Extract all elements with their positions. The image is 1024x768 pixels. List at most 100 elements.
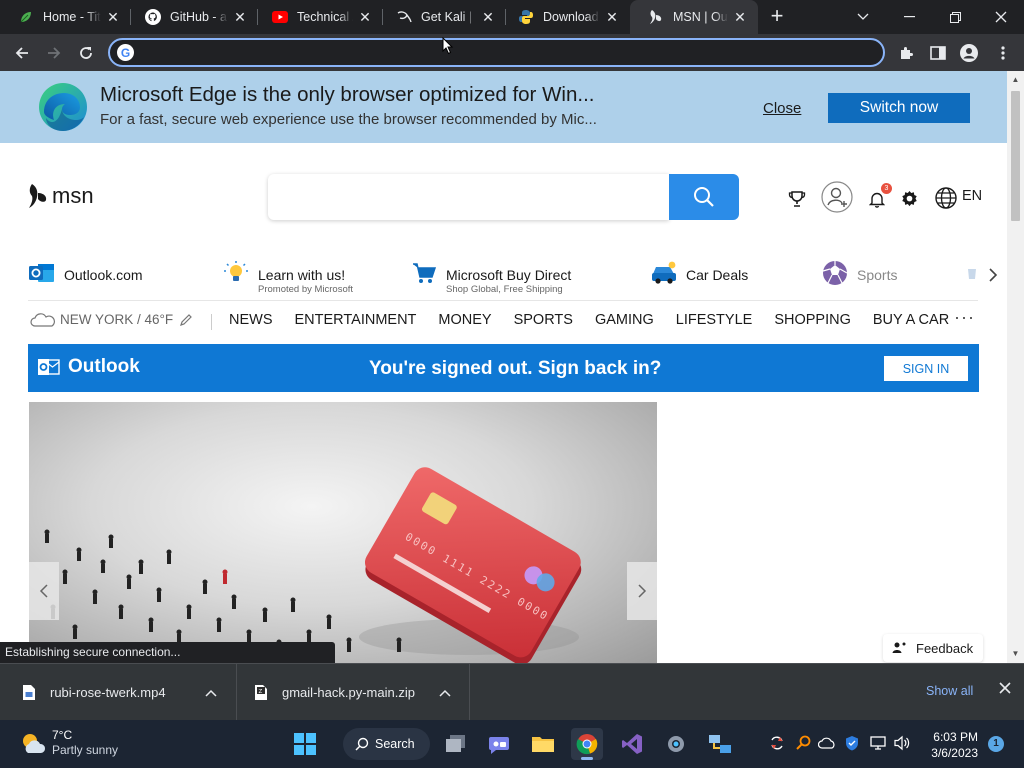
tab-title: GitHub - ak [170, 10, 228, 24]
msn-search-input[interactable] [268, 174, 669, 220]
promo-link-outlook[interactable]: Outlook.com [28, 259, 143, 299]
promo-link-buy-direct[interactable]: Microsoft Buy Direct Shop Global, Free S… [410, 259, 571, 299]
task-view-button[interactable] [440, 728, 472, 760]
close-downloads-bar-icon[interactable] [999, 681, 1011, 699]
browser-tab[interactable]: GitHub - ak ✕ [127, 0, 258, 34]
mouse-cursor-icon [442, 37, 454, 55]
msn-search-button[interactable] [669, 174, 739, 220]
forward-button[interactable] [40, 39, 68, 67]
nav-more-button[interactable]: ··· [954, 307, 975, 328]
browser-tab[interactable]: Home - Tita ✕ [0, 0, 131, 34]
clock-time: 6:03 PM [933, 730, 978, 744]
minimize-button[interactable] [886, 0, 932, 34]
browser-tab-active[interactable]: MSN | Outl ✕ [630, 0, 758, 34]
browser-tab[interactable]: Download ✕ [500, 0, 630, 34]
close-tab-icon[interactable]: ✕ [604, 9, 620, 25]
volume-speaker-icon[interactable] [893, 734, 911, 752]
page-scrollbar[interactable]: ▲ ▼ [1007, 71, 1024, 663]
nav-item-money[interactable]: MONEY [438, 312, 491, 328]
tab-search-button[interactable] [840, 0, 886, 34]
side-panel-icon[interactable] [927, 42, 949, 64]
carousel-next-button[interactable] [627, 562, 657, 620]
address-bar[interactable]: G [108, 38, 885, 67]
download-filename: rubi-rose-twerk.mp4 [50, 685, 166, 700]
file-explorer-button[interactable] [527, 728, 559, 760]
teams-chat-button[interactable] [483, 728, 515, 760]
scroll-up-icon[interactable]: ▲ [1011, 75, 1020, 84]
promo-link-label: Outlook.com [64, 267, 143, 283]
taskbar-search[interactable]: Search [343, 728, 430, 760]
visual-studio-button[interactable] [616, 728, 648, 760]
nav-item-entertainment[interactable]: ENTERTAINMENT [295, 312, 417, 328]
zip-file-icon: Z [255, 685, 267, 700]
settings-gear-icon[interactable] [898, 188, 920, 210]
edit-pencil-icon[interactable] [179, 313, 193, 327]
edge-banner-title: Microsoft Edge is the only browser optim… [100, 83, 595, 106]
scroll-down-icon[interactable]: ▼ [1011, 649, 1020, 658]
youtube-icon [272, 9, 288, 25]
security-shield-icon[interactable] [843, 734, 861, 752]
new-tab-button[interactable]: + [765, 5, 789, 29]
reload-button[interactable] [72, 39, 100, 67]
close-tab-icon[interactable]: ✕ [105, 9, 121, 25]
more-menu-icon[interactable] [992, 42, 1014, 64]
close-window-button[interactable] [978, 0, 1024, 34]
chevron-right-icon [638, 584, 647, 598]
nav-item-lifestyle[interactable]: LIFESTYLE [676, 312, 753, 328]
sign-in-button[interactable]: SIGN IN [884, 356, 968, 381]
sign-in-avatar-icon[interactable] [821, 181, 853, 213]
restore-button[interactable] [932, 0, 978, 34]
show-all-downloads-link[interactable]: Show all [926, 684, 973, 698]
hero-carousel-image[interactable]: 0000 1111 2222 0000 [29, 402, 657, 663]
settings-taskbar-button[interactable] [660, 728, 692, 760]
weather-location[interactable]: NEW YORK / 46°F [30, 312, 193, 327]
scrollbar-thumb[interactable] [1011, 91, 1020, 221]
feedback-label: Feedback [916, 640, 974, 656]
switch-now-button[interactable]: Switch now [828, 93, 970, 123]
browser-tab[interactable]: Get Kali | K ✕ [378, 0, 506, 34]
language-globe-icon[interactable] [934, 186, 958, 210]
taskbar-weather-widget[interactable]: 7°C Partly sunny [20, 728, 118, 758]
partly-sunny-icon [23, 734, 46, 753]
nav-item-gaming[interactable]: GAMING [595, 312, 654, 328]
notification-center-badge[interactable]: 1 [988, 736, 1004, 752]
promo-link-learn[interactable]: Learn with us! Promoted by Microsoft [222, 259, 353, 299]
nav-item-news[interactable]: NEWS [229, 312, 273, 328]
close-tab-icon[interactable]: ✕ [732, 9, 748, 25]
search-tool-icon[interactable] [794, 734, 812, 752]
download-options[interactable] [205, 664, 217, 721]
taskbar-clock[interactable]: 6:03 PM 3/6/2023 [920, 729, 978, 761]
msn-logo[interactable]: msn [27, 181, 94, 211]
outlook-brand[interactable]: Outlook [38, 356, 140, 378]
nav-item-shopping[interactable]: SHOPPING [774, 312, 851, 328]
rewards-trophy-icon[interactable] [786, 188, 808, 210]
msn-logo-text: msn [52, 183, 94, 208]
profile-icon[interactable] [958, 42, 980, 64]
carousel-prev-button[interactable] [29, 562, 59, 620]
browser-tab[interactable]: Technical A ✕ [254, 0, 383, 34]
lightbulb-icon [222, 259, 250, 287]
nav-item-sports[interactable]: SPORTS [514, 312, 573, 328]
chrome-taskbar-button[interactable] [571, 728, 603, 760]
download-item[interactable]: rubi-rose-twerk.mp4 [22, 664, 166, 721]
network-app-button[interactable] [704, 728, 736, 760]
extensions-icon[interactable] [895, 42, 917, 64]
promo-next-arrow-icon[interactable] [988, 267, 998, 288]
feedback-button[interactable]: Feedback [883, 634, 983, 662]
close-tab-icon[interactable]: ✕ [357, 9, 373, 25]
start-button[interactable] [289, 728, 321, 760]
language-label[interactable]: EN [962, 188, 982, 204]
back-button[interactable] [8, 39, 36, 67]
edge-banner-close-link[interactable]: Close [763, 100, 801, 117]
nav-item-buy-a-car[interactable]: BUY A CAR [873, 312, 949, 328]
close-tab-icon[interactable]: ✕ [480, 9, 496, 25]
promo-link-car-deals[interactable]: Car Deals [650, 259, 748, 299]
sync-icon[interactable] [768, 734, 786, 752]
download-options[interactable] [439, 664, 451, 721]
display-network-icon[interactable] [869, 734, 887, 752]
promo-link-sports[interactable]: Sports [821, 259, 897, 299]
onedrive-cloud-icon[interactable] [818, 734, 836, 752]
tab-title: Home - Tita [43, 10, 101, 24]
close-tab-icon[interactable]: ✕ [232, 9, 248, 25]
download-item[interactable]: Z gmail-hack.py-main.zip [254, 664, 415, 721]
